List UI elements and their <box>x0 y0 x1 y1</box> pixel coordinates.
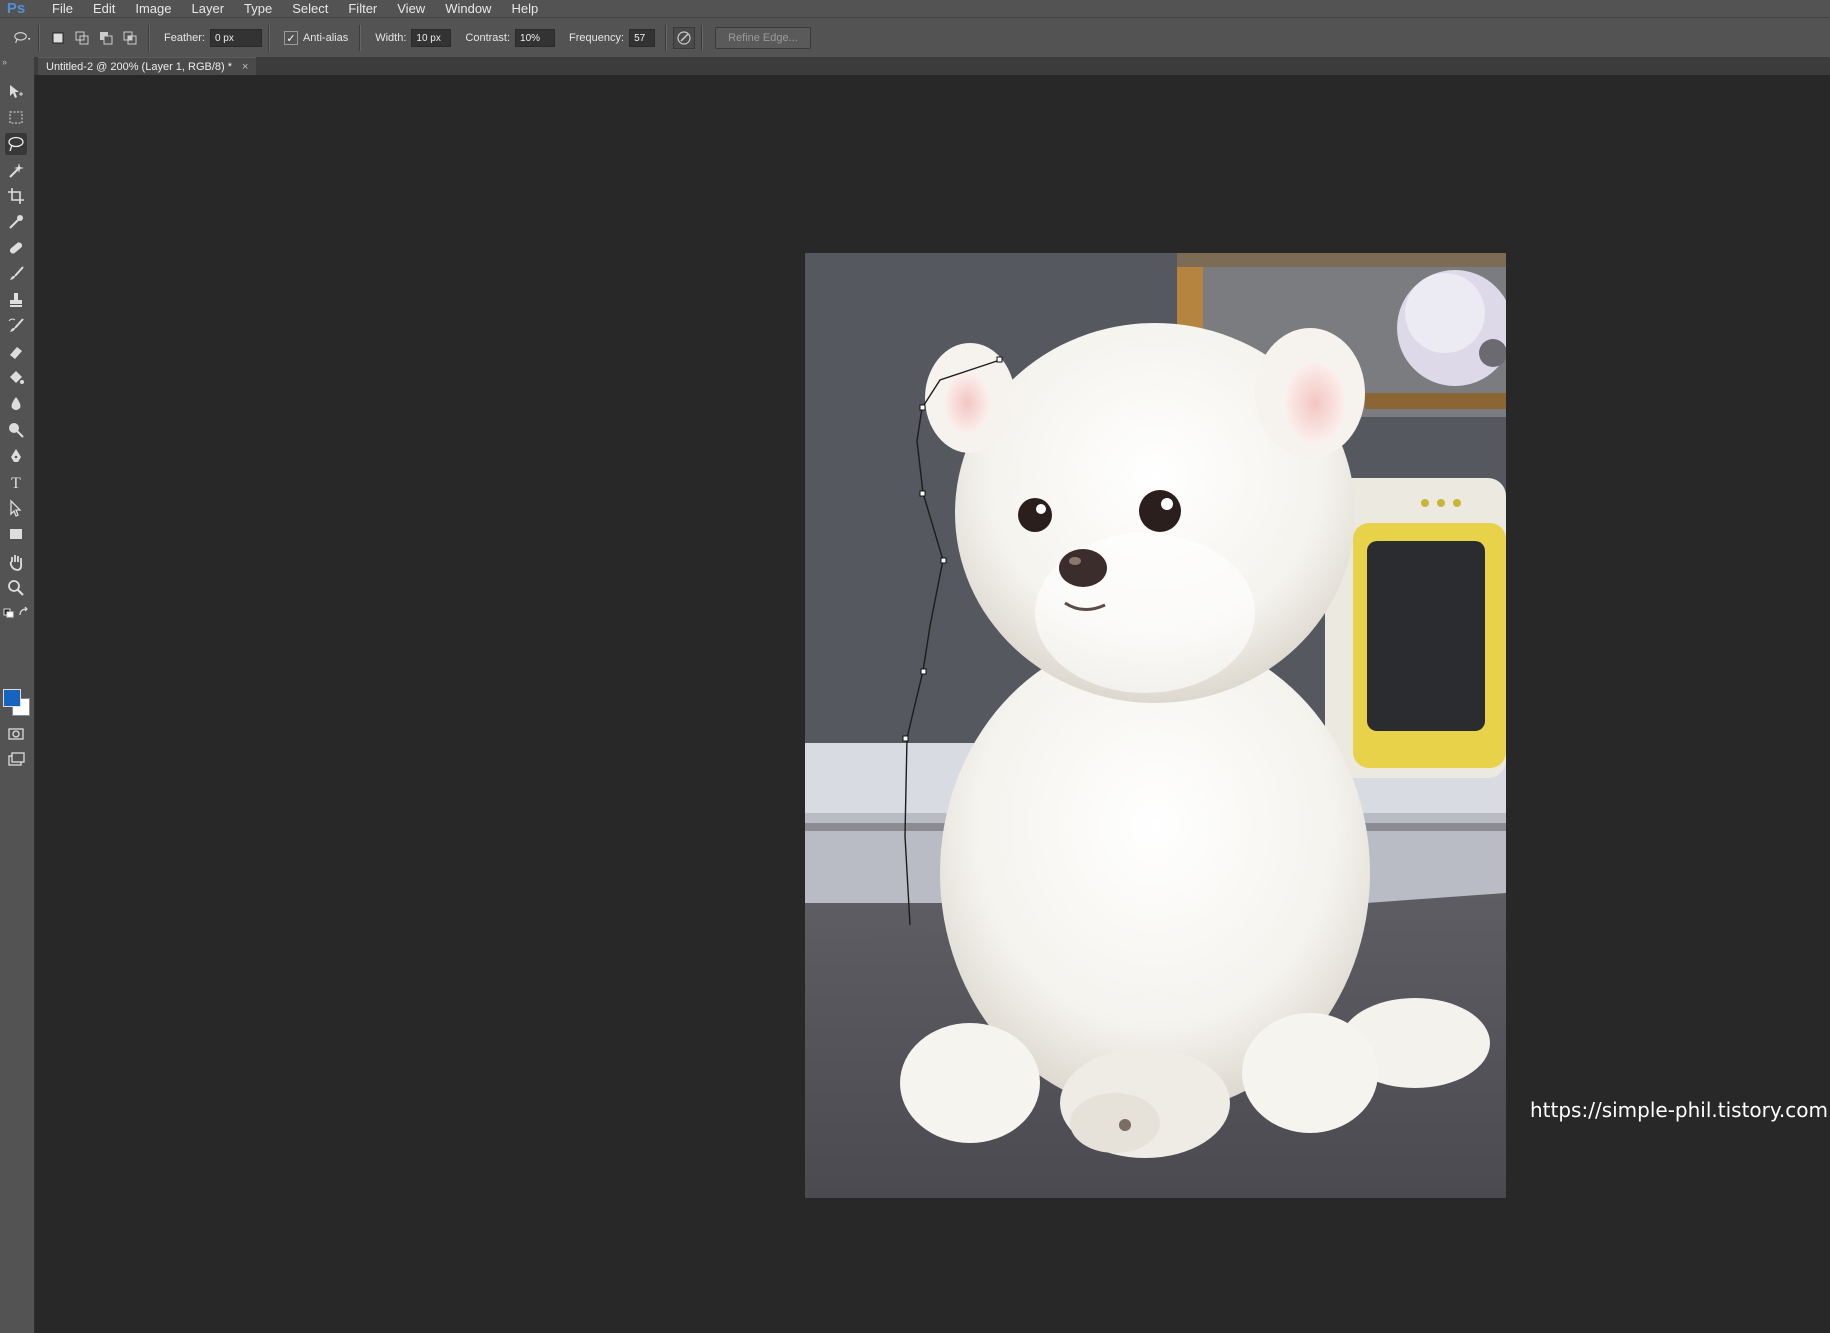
screen-mode-icon[interactable] <box>5 749 27 771</box>
refine-edge-button[interactable]: Refine Edge... <box>715 27 811 49</box>
history-brush-tool-icon[interactable] <box>5 315 27 337</box>
pen-pressure-button[interactable] <box>673 27 696 49</box>
watermark-text: https://simple-phil.tistory.com <box>1530 1098 1828 1122</box>
menu-edit[interactable]: Edit <box>83 0 125 17</box>
default-colors-icon[interactable] <box>2 607 16 619</box>
antialias-checkbox[interactable]: ✓ <box>283 31 298 45</box>
subtract-from-selection-button[interactable] <box>98 30 114 46</box>
magic-wand-tool-icon[interactable] <box>5 159 27 181</box>
tool-preset-picker[interactable] <box>14 29 32 47</box>
separator <box>38 25 40 51</box>
frequency-input[interactable]: 57 <box>629 29 656 47</box>
menu-layer[interactable]: Layer <box>182 0 235 17</box>
width-input[interactable]: 10 px <box>411 29 452 47</box>
move-tool-icon[interactable] <box>5 81 27 103</box>
brush-tool-icon[interactable] <box>5 263 27 285</box>
magnetic-lasso-tool-icon[interactable] <box>5 133 27 155</box>
rectangle-tool-icon[interactable] <box>5 523 27 545</box>
document-tab[interactable]: Untitled-2 @ 200% (Layer 1, RGB/8) * × <box>38 57 257 76</box>
menu-file[interactable]: File <box>42 0 83 17</box>
tools-panel: » T <box>0 57 35 1333</box>
dodge-tool-icon[interactable] <box>5 419 27 441</box>
pen-tool-icon[interactable] <box>5 445 27 467</box>
hand-tool-icon[interactable] <box>5 551 27 573</box>
frequency-label: Frequency: <box>569 32 625 44</box>
antialias-label: Anti-alias <box>302 32 349 44</box>
feather-label: Feather: <box>164 32 205 44</box>
type-tool-icon[interactable]: T <box>5 471 27 493</box>
menu-type[interactable]: Type <box>234 0 282 17</box>
document-image[interactable] <box>805 253 1506 1198</box>
svg-text:T: T <box>11 475 21 491</box>
crop-tool-icon[interactable] <box>5 185 27 207</box>
eraser-tool-icon[interactable] <box>5 341 27 363</box>
menu-select[interactable]: Select <box>282 0 338 17</box>
blur-tool-icon[interactable] <box>5 393 27 415</box>
document-tab-bar: Untitled-2 @ 200% (Layer 1, RGB/8) * × <box>34 57 1830 76</box>
swap-colors-icon[interactable] <box>17 606 31 618</box>
feather-input[interactable]: 0 px <box>209 29 262 47</box>
separator <box>359 25 362 51</box>
zoom-tool-icon[interactable] <box>5 577 27 599</box>
path-selection-tool-icon[interactable] <box>5 497 27 519</box>
magnetic-lasso-icon <box>14 32 31 44</box>
document-title: Untitled-2 @ 200% (Layer 1, RGB/8) * <box>46 61 233 73</box>
quick-mask-icon[interactable] <box>5 723 27 745</box>
marquee-tool-icon[interactable] <box>5 107 27 129</box>
contrast-label: Contrast: <box>465 32 511 44</box>
photoshop-logo: Ps <box>6 0 26 17</box>
menu-help[interactable]: Help <box>501 0 548 17</box>
clone-stamp-tool-icon[interactable] <box>5 289 27 311</box>
menu-view[interactable]: View <box>387 0 435 17</box>
contrast-input[interactable]: 10% <box>515 29 556 47</box>
menu-image[interactable]: Image <box>125 0 181 17</box>
add-to-selection-button[interactable] <box>74 30 90 46</box>
options-bar: Feather: 0 px ✓ Anti-alias Width: 10 px … <box>0 17 1830 59</box>
panel-grip[interactable]: » <box>0 57 34 75</box>
pen-pressure-icon <box>677 31 691 45</box>
dog-photo <box>805 253 1506 1198</box>
foreground-color-swatch[interactable] <box>3 689 21 707</box>
menu-filter[interactable]: Filter <box>338 0 387 17</box>
healing-brush-tool-icon[interactable] <box>5 237 27 259</box>
menu-bar: Ps File Edit Image Layer Type Select Fil… <box>0 0 1830 17</box>
separator <box>665 25 668 51</box>
color-swatches <box>3 685 31 717</box>
close-tab-icon[interactable]: × <box>242 58 248 76</box>
intersect-selection-button[interactable] <box>122 30 138 46</box>
width-label: Width: <box>375 32 407 44</box>
separator <box>267 25 270 51</box>
eyedropper-tool-icon[interactable] <box>5 211 27 233</box>
paint-bucket-tool-icon[interactable] <box>5 367 27 389</box>
separator <box>148 25 150 51</box>
new-selection-button[interactable] <box>50 30 66 46</box>
separator <box>701 25 704 51</box>
menu-window[interactable]: Window <box>435 0 501 17</box>
